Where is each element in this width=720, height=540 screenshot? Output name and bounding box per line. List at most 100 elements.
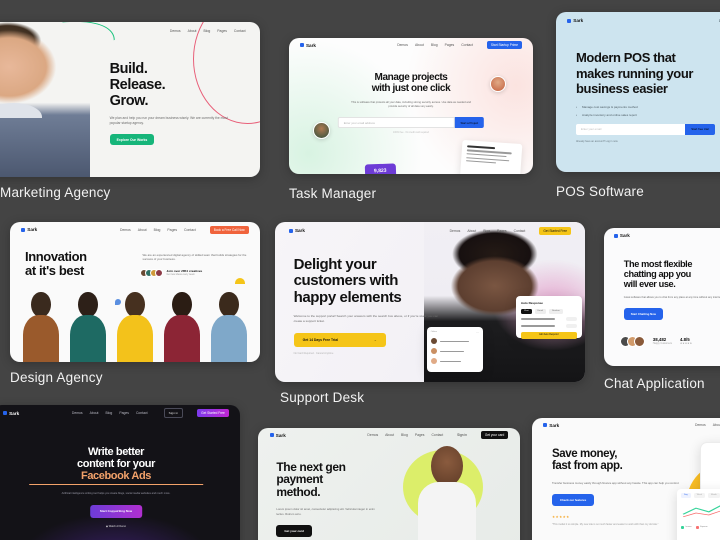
nav-item-blog[interactable]: Blog [401,433,408,437]
nav-item-demos[interactable]: Demos [450,229,461,233]
nav-item-pages[interactable]: Pages [445,43,455,47]
nav-links[interactable]: Demos About Blog Pages Contact [170,29,246,33]
nav-item-demos[interactable]: Demos [120,228,131,232]
site-nav-chat[interactable]: Sark Demos About Blog Pages [604,228,720,243]
nav-item-about[interactable]: About [188,29,197,33]
nav-links[interactable]: Demos About Blog Pages Contact [367,433,443,437]
nav-item-blog[interactable]: Blog [106,411,113,415]
watch-demo-button[interactable]: ◉ Watch AI Demo [29,525,203,528]
logo-sark[interactable]: Sark [613,233,630,238]
site-nav-support[interactable]: Sark Demos About Blog Pages Contact Get … [275,222,585,240]
nav-item-blog[interactable]: Blog [204,29,211,33]
hero-cta-button[interactable]: Explore Our Works [109,134,155,146]
nav-links[interactable]: Demos About Blog Pages Contact [397,43,473,47]
template-card-save-money[interactable]: Sark Demos About Blog Pages Contact Save… [532,418,720,540]
preview-design-agency[interactable]: Sark Demos About Blog Pages Contact Book… [10,222,260,362]
nav-item-contact[interactable]: Contact [431,433,443,437]
preview-marketing-agency[interactable]: Sark Demos About Blog Pages Contact Buil… [0,22,260,177]
nav-item-blog[interactable]: Blog [483,229,490,233]
nav-item-pages[interactable]: Pages [167,228,177,232]
sign-in-button[interactable]: Sign in [457,433,467,437]
nav-item-contact[interactable]: Contact [514,229,526,233]
nav-item-demos[interactable]: Demos [397,43,408,47]
chart-tab-month[interactable]: Month [707,492,720,498]
nav-item-about[interactable]: About [415,43,424,47]
logo-sark[interactable]: Sark [21,227,37,232]
nav-cta-button[interactable]: Get Started Free [539,226,572,235]
hero-cta-button[interactable]: Get your card [276,525,312,538]
hero-cta-button[interactable]: Check our features [552,494,595,507]
nav-item-demos[interactable]: Demos [170,29,181,33]
edit-auto-respond-button[interactable]: Edit Auto Respond [520,331,577,339]
nav-item-about[interactable]: About [467,229,476,233]
template-card-task-manager[interactable]: Sark Demos About Blog Pages Contact Star… [289,38,533,201]
nav-item-pages[interactable]: Pages [217,29,227,33]
preview-pos-software[interactable]: Sark Demos About Blog Pages Contact Mode… [556,12,720,172]
agent-list-item[interactable] [430,348,479,355]
logo-sark[interactable]: Sark [3,411,19,416]
nav-links[interactable]: Demos About Blog Pages Contact [72,411,148,415]
nav-item-contact[interactable]: Contact [234,29,246,33]
nav-item-demos[interactable]: Demos [695,423,706,427]
panel-tabs[interactable]: Chat Email Number [520,308,577,314]
nav-item-pages[interactable]: Pages [415,433,425,437]
tab-email[interactable]: Email [534,308,547,314]
agent-list-item[interactable] [430,338,479,345]
nav-item-pages[interactable]: Pages [119,411,129,415]
sign-in-button[interactable]: Sign in [163,408,184,419]
template-card-support-desk[interactable]: Sark Demos About Blog Pages Contact Get … [275,222,585,405]
site-nav-task[interactable]: Sark Demos About Blog Pages Contact Star… [289,38,533,53]
nav-links[interactable]: Demos About Blog Pages Contact [120,228,196,232]
nav-item-pages[interactable]: Pages [497,229,507,233]
email-input[interactable]: Enter your email [576,123,686,135]
logo-sark[interactable]: Sark [269,433,286,438]
panel-more-icon[interactable]: ⋯ [477,331,479,334]
nav-item-about[interactable]: About [385,433,394,437]
submit-button[interactable]: Start free trial [685,123,715,135]
template-card-payment-method[interactable]: Sark Demos About Blog Pages Contact Sign… [258,428,520,540]
preview-support-desk[interactable]: Sark Demos About Blog Pages Contact Get … [275,222,585,382]
nav-item-about[interactable]: About [713,423,720,427]
site-nav-facebook-ads[interactable]: Sark Demos About Blog Pages Contact Sign… [0,405,240,422]
hero-cta-button[interactable]: Get 14 Days Free Trial → [293,333,386,348]
template-card-chat-application[interactable]: Sark Demos About Blog Pages The most fle… [604,228,720,391]
nav-item-about[interactable]: About [138,228,147,232]
preview-save-money[interactable]: Sark Demos About Blog Pages Contact Save… [532,418,720,540]
nav-item-blog[interactable]: Blog [154,228,161,232]
nav-item-contact[interactable]: Contact [184,228,196,232]
nav-cta-button[interactable]: Get your card [480,431,509,440]
nav-item-demos[interactable]: Demos [367,433,378,437]
nav-item-demos[interactable]: Demos [72,411,83,415]
preview-task-manager[interactable]: Sark Demos About Blog Pages Contact Star… [289,38,533,174]
preview-payment-method[interactable]: Sark Demos About Blog Pages Contact Sign… [258,428,520,540]
panel-auto-response[interactable]: Auto Response Chat Email Number Edit Aut… [515,295,582,339]
site-nav-design[interactable]: Sark Demos About Blog Pages Contact Book… [10,222,260,237]
preview-chat-application[interactable]: Sark Demos About Blog Pages The most fle… [604,228,720,366]
nav-item-contact[interactable]: Contact [136,411,148,415]
template-card-pos-software[interactable]: Sark Demos About Blog Pages Contact Mode… [556,12,720,199]
tab-chat[interactable]: Chat [520,308,532,314]
nav-cta-button[interactable]: Get Started Free [197,409,229,418]
chart-tab-week[interactable]: Week [693,492,705,498]
nav-item-about[interactable]: About [90,411,99,415]
site-nav-marketing[interactable]: Sark Demos About Blog Pages Contact [0,22,260,39]
panel-online-agents[interactable]: Online ⋯ [426,327,483,373]
hero-cta-button[interactable]: Start Copywriting Now [89,504,143,518]
agent-list-item[interactable] [430,358,479,365]
logo-sark[interactable]: Sark [288,228,305,233]
nav-links[interactable]: Demos About Blog Pages Contact [695,423,720,427]
chart-tabs[interactable]: Day Week Month [681,492,720,498]
template-card-design-agency[interactable]: Sark Demos About Blog Pages Contact Book… [10,222,260,385]
email-signup-form[interactable]: Enter your email address Start a Project [337,117,485,129]
site-nav-payment[interactable]: Sark Demos About Blog Pages Contact Sign… [258,428,520,442]
template-card-marketing-agency[interactable]: Sark Demos About Blog Pages Contact Buil… [0,22,260,200]
submit-button[interactable]: Start a Project [454,117,485,129]
nav-item-blog[interactable]: Blog [431,43,438,47]
email-signup-form[interactable]: Enter your email Start free trial [576,123,715,135]
nav-item-contact[interactable]: Contact [461,43,473,47]
site-nav-pos[interactable]: Sark Demos About Blog Pages Contact [556,12,720,30]
logo-sark[interactable]: Sark [543,423,559,428]
nav-cta-button[interactable]: Start Startup Prime [486,41,523,50]
chart-tab-day[interactable]: Day [681,492,691,498]
nav-links[interactable]: Demos About Blog Pages Contact [450,229,526,233]
